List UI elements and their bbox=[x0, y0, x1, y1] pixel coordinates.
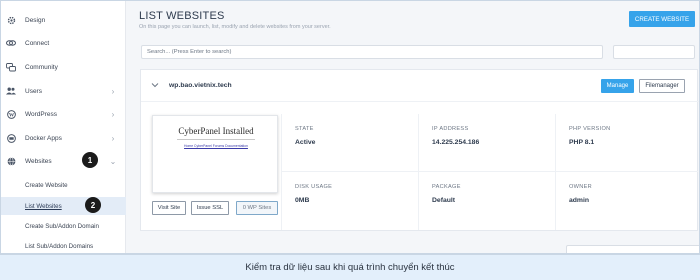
sidebar-subitem-label: List Sub/Addon Domains bbox=[25, 242, 94, 250]
sidebar-item-users[interactable]: Users › bbox=[1, 81, 126, 101]
secondary-select[interactable] bbox=[566, 245, 699, 253]
chevron-down-icon[interactable] bbox=[151, 81, 159, 89]
sidebar: Design Connect Community Users › W WordP… bbox=[1, 1, 126, 253]
wordpress-icon: W bbox=[6, 109, 16, 119]
step-marker-1: 1 bbox=[82, 152, 98, 168]
main-content: LIST WEBSITES On this page you can launc… bbox=[127, 1, 699, 253]
chevron-right-icon: › bbox=[111, 133, 115, 143]
visit-site-button[interactable]: Visit Site bbox=[152, 201, 186, 215]
preview-divider bbox=[177, 139, 255, 140]
info-label: IP ADDRESS bbox=[432, 126, 469, 132]
svg-text:W: W bbox=[8, 112, 14, 118]
info-label: DISK USAGE bbox=[295, 184, 333, 190]
manage-button[interactable]: Manage bbox=[601, 79, 634, 93]
sidebar-item-label: Community bbox=[25, 63, 58, 71]
info-value: PHP 8.1 bbox=[569, 139, 595, 146]
info-value: 14.225.254.186 bbox=[432, 139, 480, 146]
gear-icon bbox=[6, 15, 16, 25]
caption: Kiểm tra dữ liệu sau khi quá trình chuyể… bbox=[0, 254, 700, 280]
chevron-right-icon: › bbox=[111, 86, 115, 96]
sidebar-item-label: Docker Apps bbox=[25, 134, 62, 142]
sidebar-subitem-create-website[interactable]: Create Website bbox=[1, 176, 126, 194]
info-value: admin bbox=[569, 197, 590, 204]
sidebar-subitem-label: Create Website bbox=[25, 181, 68, 189]
info-value: 0MB bbox=[295, 197, 310, 204]
sidebar-subitem-list-websites[interactable]: List Websites bbox=[1, 197, 126, 215]
search-input[interactable]: Search... (Press Enter to search) bbox=[141, 45, 603, 59]
sidebar-item-label: Users bbox=[25, 87, 42, 95]
link-icon bbox=[6, 38, 16, 48]
wp-sites-button[interactable]: 0 WP Sites bbox=[236, 201, 278, 215]
page-size-select[interactable] bbox=[613, 45, 695, 59]
info-owner: OWNER admin bbox=[555, 172, 698, 230]
sidebar-item-docker-apps[interactable]: Docker Apps › bbox=[1, 128, 126, 148]
website-domain[interactable]: wp.bao.vietnix.tech bbox=[169, 82, 232, 89]
info-value: Active bbox=[295, 139, 316, 146]
sidebar-item-label: WordPress bbox=[25, 110, 58, 118]
filemanager-button[interactable]: Filemanager bbox=[639, 79, 685, 93]
info-package: PACKAGE Default bbox=[418, 172, 555, 230]
info-label: PACKAGE bbox=[432, 184, 461, 190]
info-php-version: PHP VERSION PHP 8.1 bbox=[555, 114, 698, 172]
page-subtitle: On this page you can launch, list, modif… bbox=[139, 24, 331, 30]
users-icon bbox=[6, 86, 16, 96]
sidebar-item-connect[interactable]: Connect bbox=[1, 33, 126, 53]
sidebar-subitem-list-subdomains[interactable]: List Sub/Addon Domains bbox=[1, 237, 126, 253]
chevron-down-icon: ⌄ bbox=[109, 156, 117, 166]
docker-icon bbox=[6, 133, 16, 143]
website-preview-thumbnail[interactable]: CyberPanel Installed Home CyberPanel For… bbox=[152, 115, 278, 193]
globe-icon bbox=[6, 156, 16, 166]
sidebar-subitem-create-subdomain[interactable]: Create Sub/Addon Domain bbox=[1, 217, 126, 235]
website-card: wp.bao.vietnix.tech Manage Filemanager C… bbox=[140, 69, 699, 231]
info-ip-address: IP ADDRESS 14.225.254.186 bbox=[418, 114, 555, 172]
preview-title: CyberPanel Installed bbox=[178, 126, 254, 136]
info-disk-usage: DISK USAGE 0MB bbox=[281, 172, 418, 230]
sidebar-item-community[interactable]: Community bbox=[1, 57, 126, 77]
info-label: STATE bbox=[295, 126, 314, 132]
info-state: STATE Active bbox=[281, 114, 418, 172]
info-label: OWNER bbox=[569, 184, 592, 190]
step-marker-2: 2 bbox=[85, 197, 101, 213]
preview-links: Home CyberPanel Forums Documentation bbox=[184, 144, 248, 148]
sidebar-item-design[interactable]: Design bbox=[1, 10, 126, 30]
sidebar-item-label: Connect bbox=[25, 39, 50, 47]
info-value: Default bbox=[432, 197, 456, 204]
sidebar-item-wordpress[interactable]: W WordPress › bbox=[1, 104, 126, 124]
chat-icon bbox=[6, 62, 16, 72]
issue-ssl-button[interactable]: Issue SSL bbox=[191, 201, 229, 215]
sidebar-item-websites[interactable]: Websites ⌄ bbox=[1, 151, 126, 171]
sidebar-item-label: Design bbox=[25, 16, 46, 24]
page-title: LIST WEBSITES bbox=[139, 10, 225, 22]
create-website-button[interactable]: CREATE WEBSITE bbox=[629, 11, 695, 27]
sidebar-subitem-label: List Websites bbox=[25, 202, 62, 210]
website-card-header: wp.bao.vietnix.tech Manage Filemanager bbox=[141, 70, 699, 102]
info-label: PHP VERSION bbox=[569, 126, 611, 132]
chevron-right-icon: › bbox=[111, 109, 115, 119]
sidebar-subitem-label: Create Sub/Addon Domain bbox=[25, 222, 99, 230]
app-frame: Design Connect Community Users › W WordP… bbox=[0, 0, 700, 254]
